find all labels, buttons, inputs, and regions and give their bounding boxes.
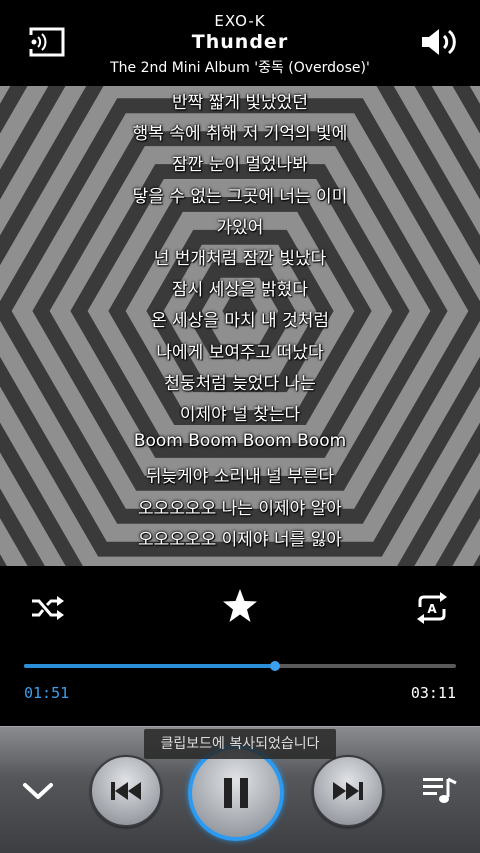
progress-thumb[interactable]: [269, 661, 280, 671]
pause-button[interactable]: [188, 745, 284, 841]
lyric-line: 잠시 세상을 밝혔다: [172, 280, 308, 301]
transport-bar: 클립보드에 복사되었습니다: [0, 726, 480, 853]
lyric-line: 잠깐 눈이 멀었나봐: [172, 155, 308, 176]
lyric-line: 나에게 보여주고 떠났다: [156, 342, 324, 363]
repeat-icon: A: [417, 592, 447, 624]
volume-button[interactable]: [418, 24, 460, 60]
lyric-line: 닿을 수 없는 그곳에 너는 이미: [132, 186, 348, 207]
clipboard-toast: 클립보드에 복사되었습니다: [144, 729, 336, 759]
shuffle-button[interactable]: [28, 588, 68, 628]
now-playing-header: EXO-K Thunder The 2nd Mini Album '중독 (Ov…: [0, 0, 480, 86]
shuffle-icon: [32, 596, 64, 620]
repeat-button[interactable]: A: [412, 588, 452, 628]
progress-bar[interactable]: [24, 661, 456, 671]
next-button[interactable]: [312, 755, 384, 827]
chevron-down-icon: [23, 783, 53, 799]
next-track-icon: [333, 782, 363, 800]
playlist-button[interactable]: [420, 771, 460, 811]
lyric-line: 오오오오오 이제야 너를 잃아: [138, 529, 342, 550]
lyric-line: 이제야 널 찾는다: [179, 405, 301, 425]
album-artwork: 반짝 짧게 빛났었던행복 속에 취해 저 기억의 빛에잠깐 눈이 멀었나봐닿을 …: [0, 86, 480, 566]
star-icon: [223, 589, 257, 622]
collapse-button[interactable]: [18, 773, 58, 809]
lyric-line: Boom Boom Boom Boom: [133, 431, 347, 452]
volume-icon: [422, 29, 456, 55]
elapsed-time: 01:51: [24, 684, 70, 702]
lyric-line: 오오오오오 나는 이제야 알아: [138, 498, 342, 519]
pause-icon: [224, 778, 248, 808]
lyric-line: 천둥처럼 늦었다 나는: [164, 373, 316, 394]
lyric-line: 가있어: [216, 217, 264, 238]
progress-fill: [24, 664, 275, 668]
lyrics-panel[interactable]: 반짝 짧게 빛났었던행복 속에 취해 저 기억의 빛에잠깐 눈이 멀었나봐닿을 …: [0, 86, 480, 566]
lyric-line: 뒤늦게야 소리내 널 부른다: [145, 467, 335, 488]
track-title: Thunder: [191, 31, 289, 53]
playback-controls: A 01:51 03:11: [0, 566, 480, 726]
lyric-line: 온 세상을 마치 내 것처럼: [150, 311, 329, 332]
album-name: The 2nd Mini Album '중독 (Overdose)': [110, 60, 370, 76]
artist-name: EXO-K: [214, 12, 266, 30]
svg-text:A: A: [427, 602, 437, 616]
previous-track-icon: [111, 782, 141, 800]
lyric-line: 넌 번개처럼 잠깐 빛났다: [153, 249, 327, 269]
playlist-icon: [423, 777, 457, 803]
lyric-line: 반짝 짧게 빛났었던: [172, 93, 308, 113]
favorite-button[interactable]: [220, 586, 260, 626]
total-time: 03:11: [410, 684, 456, 702]
previous-button[interactable]: [90, 755, 162, 827]
lyric-line: 행복 속에 취해 저 기억의 빛에: [132, 124, 348, 145]
